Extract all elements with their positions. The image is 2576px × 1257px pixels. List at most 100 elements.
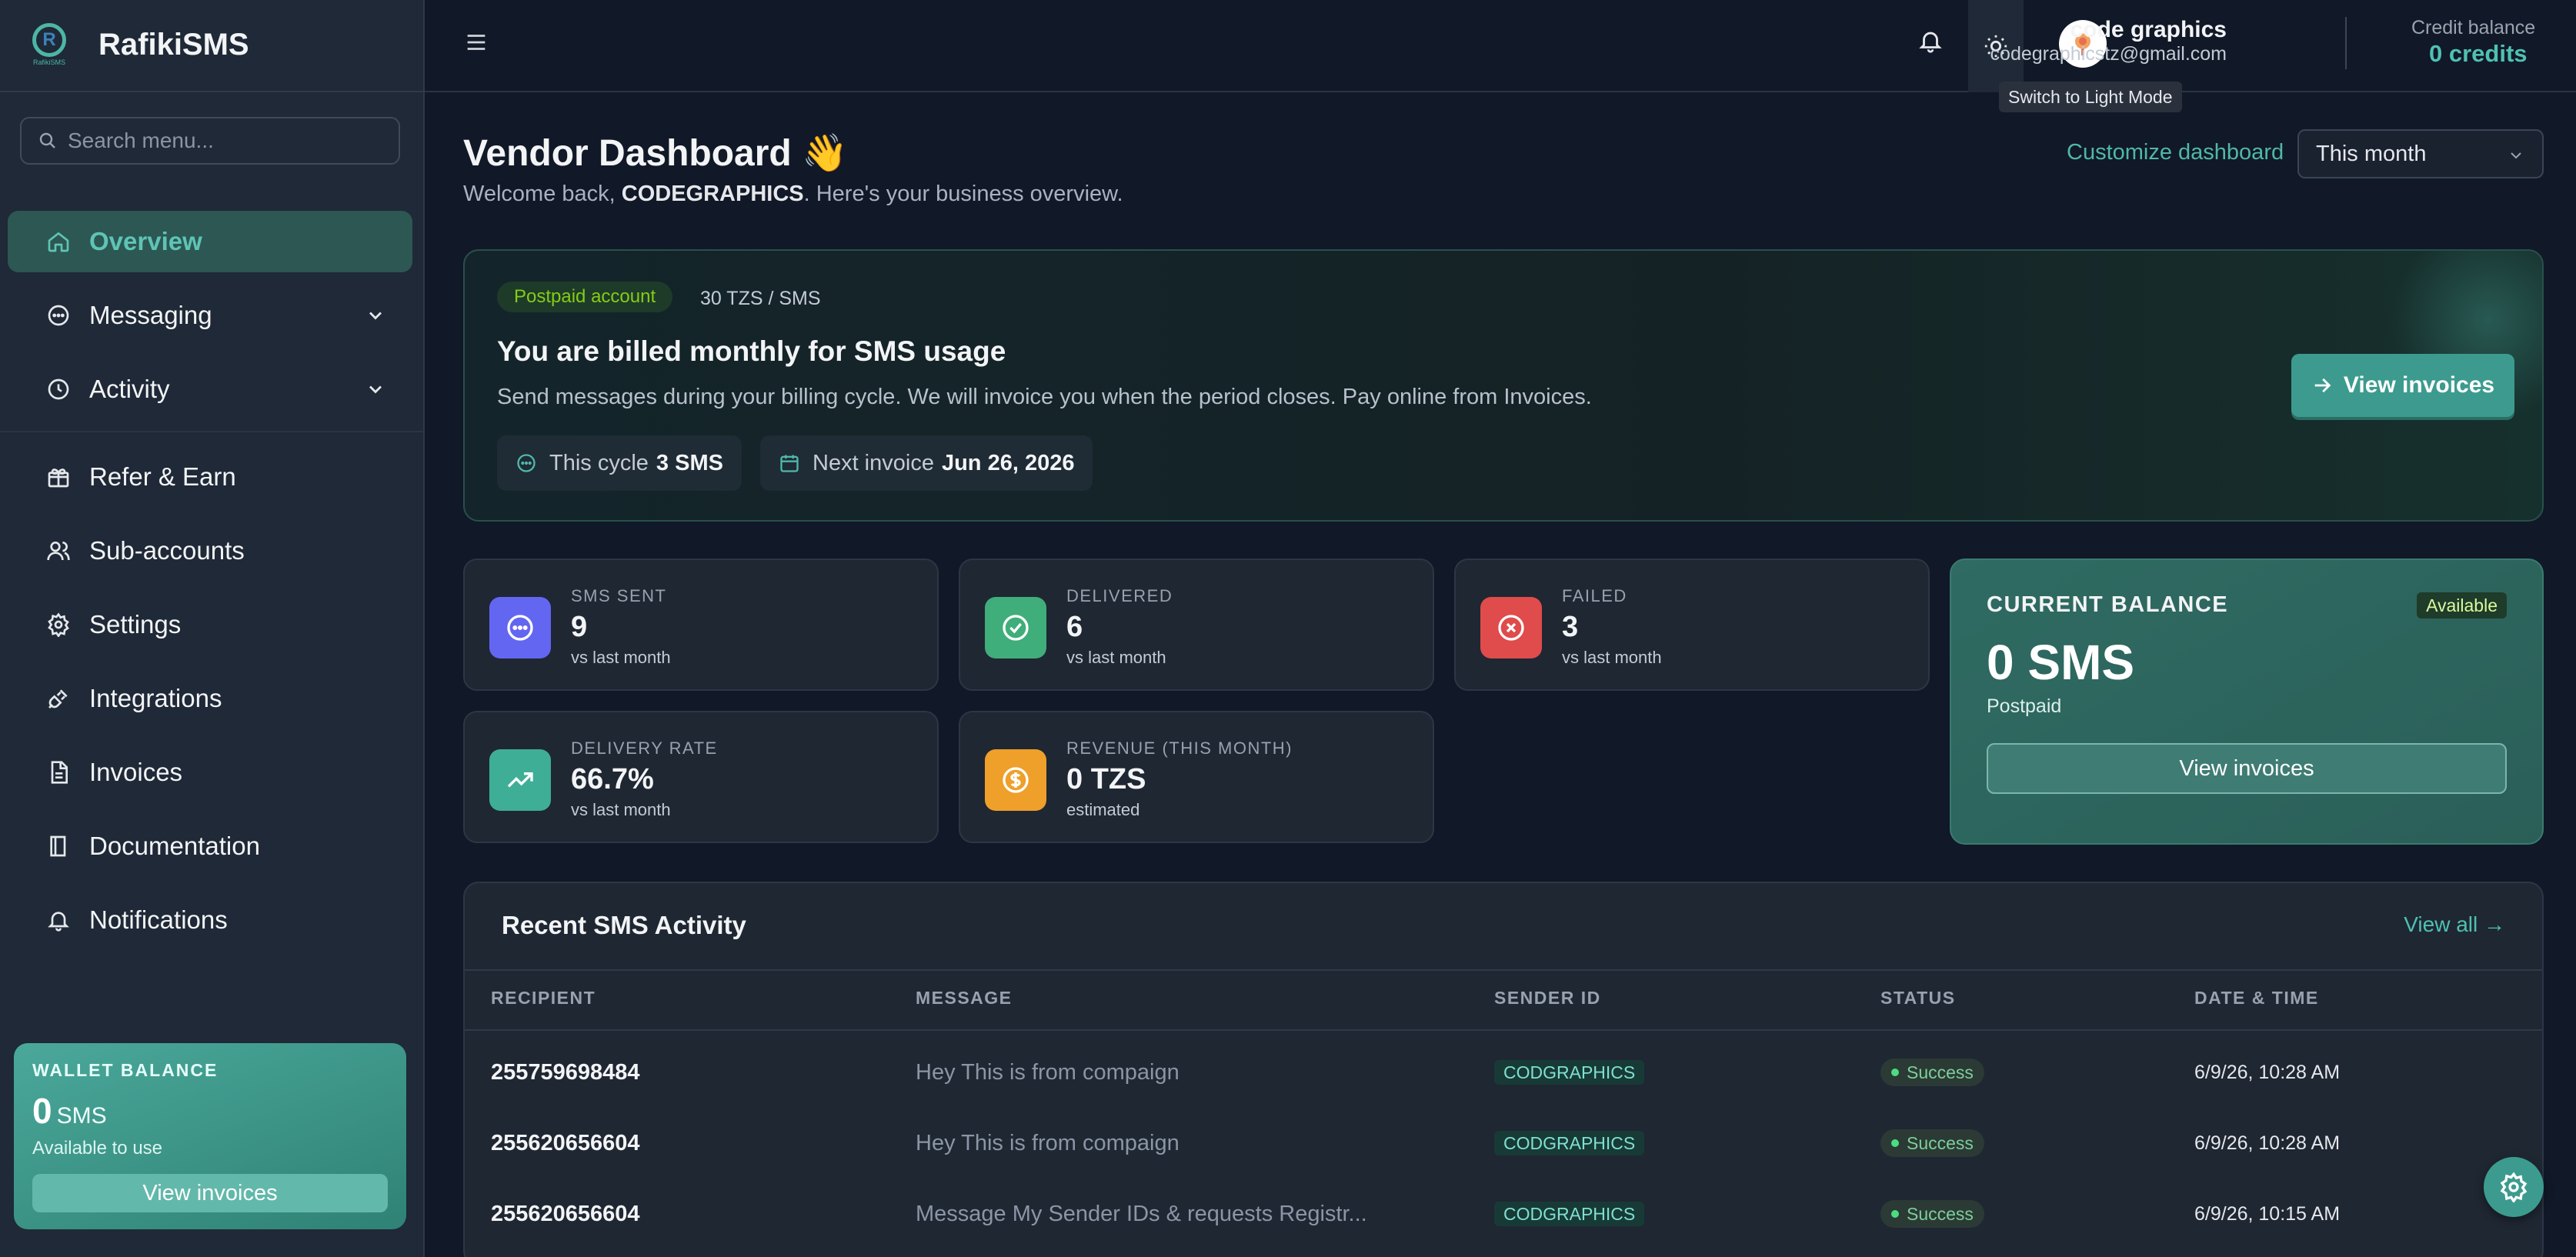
balance-sub: Postpaid bbox=[1987, 695, 2062, 717]
book-icon bbox=[45, 832, 72, 860]
column-header[interactable]: STATUS bbox=[1880, 988, 1956, 1009]
balance-label: CURRENT BALANCE bbox=[1987, 592, 2229, 617]
billing-description: Send messages during your billing cycle.… bbox=[497, 385, 1592, 409]
sidebar-item-invoices[interactable]: Invoices bbox=[8, 742, 412, 803]
search-input[interactable] bbox=[68, 128, 391, 153]
gift-icon bbox=[45, 463, 72, 491]
menu-toggle-button[interactable] bbox=[463, 29, 489, 55]
message-cell: Hey This is from compaign bbox=[916, 1059, 1180, 1085]
sidebar-item-sub-accounts[interactable]: Sub-accounts bbox=[8, 520, 412, 582]
billing-title: You are billed monthly for SMS usage bbox=[497, 335, 1006, 367]
column-header[interactable]: DATE & TIME bbox=[2194, 988, 2319, 1009]
view-all-link[interactable]: View all → bbox=[2404, 912, 2505, 937]
stat-sub: vs last month bbox=[1066, 648, 1166, 667]
table-row[interactable]: 255759698484 Hey This is from compaign C… bbox=[465, 1037, 2542, 1108]
wallet-view-invoices-button[interactable]: View invoices bbox=[32, 1174, 388, 1212]
notifications-button[interactable] bbox=[1917, 28, 1944, 54]
stat-value: 6 bbox=[1066, 611, 1083, 643]
status-badge: Success bbox=[1880, 1129, 1984, 1157]
chat-icon bbox=[517, 454, 536, 472]
column-header[interactable]: SENDER ID bbox=[1494, 988, 1601, 1009]
chevron-down-icon bbox=[2511, 152, 2521, 159]
message-dots-icon bbox=[489, 597, 551, 659]
wallet-sub: Available to use bbox=[32, 1138, 163, 1159]
divider bbox=[0, 91, 425, 92]
welcome-text: Welcome back, CODEGRAPHICS. Here's your … bbox=[463, 182, 1123, 206]
current-balance-card: CURRENT BALANCE Available 0 SMS Postpaid… bbox=[1950, 558, 2544, 845]
view-invoices-button[interactable]: View invoices bbox=[2291, 354, 2514, 417]
wave-emoji: 👋 bbox=[802, 133, 848, 174]
available-badge: Available bbox=[2417, 592, 2507, 618]
sidebar-item-refer-earn[interactable]: Refer & Earn bbox=[8, 446, 412, 508]
stat-label: DELIVERED bbox=[1066, 586, 1173, 605]
column-header[interactable]: MESSAGE bbox=[916, 988, 1013, 1009]
postpaid-badge: Postpaid account bbox=[497, 282, 673, 312]
sidebar-item-label: Invoices bbox=[89, 758, 183, 786]
plug-icon bbox=[45, 685, 72, 712]
stat-card-sms-sent: SMS SENT 9 vs last month bbox=[463, 558, 939, 691]
bell-icon bbox=[45, 906, 72, 934]
status-cell: Success bbox=[1880, 1179, 1984, 1249]
check-circle-icon bbox=[985, 597, 1046, 659]
settings-fab-button[interactable] bbox=[2484, 1157, 2544, 1217]
sender-cell: CODGRAPHICS bbox=[1494, 1037, 1645, 1108]
stat-value: 3 bbox=[1562, 611, 1579, 643]
sidebar-item-integrations[interactable]: Integrations bbox=[8, 668, 412, 729]
sender-id-tag: CODGRAPHICS bbox=[1494, 1060, 1645, 1085]
brand[interactable]: R RafikiSMS RafikiSMS bbox=[26, 15, 249, 74]
chat-icon bbox=[45, 302, 72, 329]
sender-id-tag: CODGRAPHICS bbox=[1494, 1202, 1645, 1226]
date-cell: 6/9/26, 10:15 AM bbox=[2194, 1202, 2341, 1225]
wallet-amount: 0 SMS bbox=[32, 1091, 107, 1131]
sidebar-item-label: Notifications bbox=[89, 905, 228, 934]
table-row[interactable]: 255620656604 Hey This is from compaign C… bbox=[465, 1108, 2542, 1179]
column-header[interactable]: RECIPIENT bbox=[491, 988, 596, 1009]
balance-view-invoices-button[interactable]: View invoices bbox=[1987, 743, 2507, 794]
stat-value: 0 TZS bbox=[1066, 763, 1146, 795]
home-icon bbox=[45, 228, 72, 255]
status-cell: Success bbox=[1880, 1108, 1984, 1179]
wallet-label: WALLET BALANCE bbox=[32, 1060, 219, 1080]
topbar: code graphics codegraphicstz@gmail.com C… bbox=[425, 0, 2576, 92]
divider bbox=[0, 431, 425, 432]
stat-card-failed: FAILED 3 vs last month bbox=[1454, 558, 1930, 691]
dollar-circle-icon bbox=[985, 749, 1046, 811]
theme-tooltip: Switch to Light Mode bbox=[1999, 82, 2182, 112]
stat-value: 9 bbox=[571, 611, 588, 643]
sidebar-item-overview[interactable]: Overview bbox=[8, 211, 412, 272]
chevron-down-icon bbox=[369, 385, 382, 394]
message-cell: Hey This is from compaign bbox=[916, 1130, 1180, 1155]
wallet-balance-card: WALLET BALANCE 0 SMS Available to use Vie… bbox=[14, 1043, 406, 1229]
sidebar-item-documentation[interactable]: Documentation bbox=[8, 815, 412, 877]
period-select[interactable]: This month bbox=[2297, 129, 2544, 178]
calendar-icon bbox=[780, 455, 799, 472]
stat-sub: vs last month bbox=[571, 800, 671, 819]
sidebar-item-label: Messaging bbox=[89, 301, 212, 329]
date-cell: 6/9/26, 10:28 AM bbox=[2194, 1132, 2341, 1154]
stat-label: SMS SENT bbox=[571, 586, 667, 605]
recent-sms-activity: Recent SMS Activity View all → RECIPIENT… bbox=[463, 882, 2544, 1257]
sidebar-item-notifications[interactable]: Notifications bbox=[8, 889, 412, 951]
stat-label: REVENUE (THIS MONTH) bbox=[1066, 739, 1293, 758]
recipient-cell: 255759698484 bbox=[491, 1059, 640, 1085]
sidebar-item-label: Integrations bbox=[89, 684, 222, 712]
sidebar-item-label: Settings bbox=[89, 610, 182, 639]
divider bbox=[2345, 17, 2347, 69]
page-title: Vendor Dashboard 👋 bbox=[463, 133, 848, 174]
sidebar: R RafikiSMS RafikiSMS Overview Messaging… bbox=[0, 0, 425, 1257]
gear-icon bbox=[45, 611, 72, 639]
sidebar-item-messaging[interactable]: Messaging bbox=[8, 285, 412, 346]
user-email: codegraphicstz@gmail.com bbox=[1990, 43, 2227, 65]
bell-icon bbox=[1919, 32, 1942, 53]
status-badge: Success bbox=[1880, 1200, 1984, 1228]
sidebar-item-settings[interactable]: Settings bbox=[8, 594, 412, 655]
message-cell: Message My Sender IDs & requests Registr… bbox=[916, 1201, 1367, 1226]
table-row[interactable]: 255620656604 Message My Sender IDs & req… bbox=[465, 1179, 2542, 1249]
sender-cell: CODGRAPHICS bbox=[1494, 1179, 1645, 1249]
sidebar-item-activity[interactable]: Activity bbox=[8, 358, 412, 420]
user-name[interactable]: code graphics bbox=[2070, 17, 2227, 43]
gear-icon bbox=[2500, 1172, 2528, 1202]
customize-dashboard-link[interactable]: Customize dashboard bbox=[2067, 140, 2284, 165]
sidebar-search[interactable] bbox=[20, 117, 400, 165]
billing-banner: Postpaid account 30 TZS / SMS You are bi… bbox=[463, 249, 2544, 522]
